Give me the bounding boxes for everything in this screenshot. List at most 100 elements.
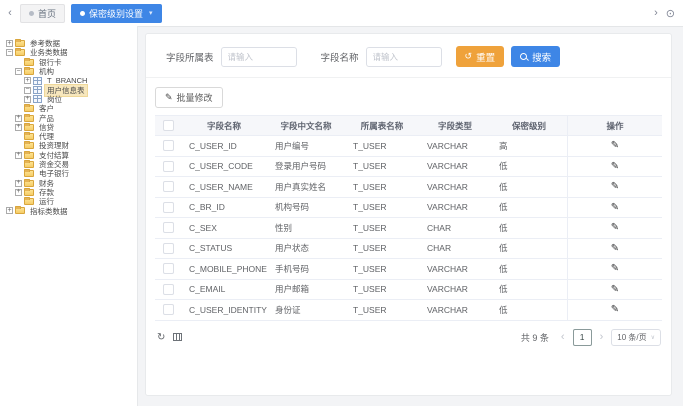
tree-node[interactable]: +财务 (0, 178, 137, 187)
field-table-input[interactable] (221, 47, 297, 67)
tree-expander-minus-icon[interactable]: − (15, 68, 22, 75)
row-checkbox[interactable] (163, 263, 174, 274)
edit-icon[interactable]: ✎ (611, 161, 619, 172)
tree-expander-spacer (15, 133, 22, 140)
tree-expander-minus-icon[interactable]: − (6, 49, 13, 56)
tree-expander-minus-icon[interactable]: − (24, 87, 31, 94)
table-row: C_STATUS用户状态T_USERCHAR低✎ (155, 238, 662, 259)
folder-icon (24, 133, 34, 140)
tree-node[interactable]: 客户 (0, 104, 137, 113)
folder-icon (15, 207, 25, 214)
tree-node[interactable]: 银行卡 (0, 58, 137, 67)
cell-secrecy-level: 低 (491, 300, 568, 321)
select-all-checkbox[interactable] (163, 120, 174, 131)
cell-field-cn-name: 身份证 (267, 300, 345, 321)
tab-label: 首页 (38, 7, 56, 20)
batch-edit-button[interactable]: ✎ 批量修改 (155, 87, 223, 108)
edit-icon[interactable]: ✎ (611, 304, 619, 315)
tab-caret-icon[interactable]: ▾ (149, 9, 153, 17)
tree-expander-plus-icon[interactable]: + (24, 77, 31, 84)
cell-field-type: VARCHAR (419, 300, 491, 321)
tree-expander-spacer (15, 105, 22, 112)
content-card: 字段所属表 字段名称 ↺ 重置 搜索 ✎ 批量修改 (145, 33, 672, 396)
cell-field-type: VARCHAR (419, 279, 491, 300)
column-settings-icon[interactable] (173, 333, 182, 341)
edit-icon[interactable]: ✎ (611, 243, 619, 254)
row-checkbox[interactable] (163, 181, 174, 192)
cell-field-name: C_EMAIL (181, 279, 267, 300)
tree-node[interactable]: −机构 (0, 67, 137, 76)
row-checkbox[interactable] (163, 284, 174, 295)
row-checkbox[interactable] (163, 161, 174, 172)
prev-page-icon[interactable]: ‹ (559, 331, 567, 343)
search-icon (520, 53, 527, 60)
tree-node[interactable]: 电子银行 (0, 169, 137, 178)
cell-table-name: T_USER (345, 238, 419, 259)
cell-field-name: C_USER_CODE (181, 156, 267, 177)
tree-node[interactable]: −业务类数据 (0, 48, 137, 57)
tab-bar: ‹ 首页 保密级别设置▾ › ⊙ (0, 0, 683, 27)
table-row: C_EMAIL用户邮箱T_USERVARCHAR低✎ (155, 279, 662, 300)
tree-expander-plus-icon[interactable]: + (15, 180, 22, 187)
folder-icon (24, 105, 34, 112)
cell-checkbox (155, 177, 181, 198)
fields-table: 字段名称字段中文名称所属表名称字段类型保密级别操作 C_USER_ID用户编号T… (155, 115, 662, 321)
tabs-scroll-right-icon[interactable]: › (654, 7, 658, 19)
cell-secrecy-level: 低 (491, 177, 568, 198)
tree-node[interactable]: +存款 (0, 188, 137, 197)
tree-node[interactable]: + 指标类数据 (0, 206, 137, 215)
cell-action: ✎ (568, 300, 663, 321)
refresh-icon[interactable]: ↻ (157, 332, 165, 343)
edit-icon[interactable]: ✎ (611, 263, 619, 274)
cell-field-type: VARCHAR (419, 156, 491, 177)
edit-icon[interactable]: ✎ (611, 284, 619, 295)
edit-icon[interactable]: ✎ (611, 222, 619, 233)
row-checkbox[interactable] (163, 202, 174, 213)
tab-dot-icon (29, 11, 34, 16)
tabs-scroll-left-icon[interactable]: ‹ (0, 7, 20, 19)
field-name-input[interactable] (366, 47, 442, 67)
search-button[interactable]: 搜索 (511, 46, 560, 67)
row-checkbox[interactable] (163, 222, 174, 233)
row-checkbox[interactable] (163, 243, 174, 254)
page-number[interactable]: 1 (573, 329, 592, 346)
cell-field-cn-name: 机构号码 (267, 197, 345, 218)
cell-secrecy-level: 低 (491, 197, 568, 218)
tree-expander-plus-icon[interactable]: + (15, 152, 22, 159)
row-checkbox[interactable] (163, 140, 174, 151)
tree-expander-plus-icon[interactable]: + (15, 124, 22, 131)
screen: ‹ 首页保密级别设置▾ › ⊙ +参考数据−业务类数据银行卡−机构+T_BRAN… (0, 0, 683, 406)
cell-field-name: C_USER_IDENTITY (181, 300, 267, 321)
tree-node[interactable]: +信贷 (0, 123, 137, 132)
tree-expander-plus-icon[interactable]: + (6, 40, 13, 47)
folder-icon (24, 68, 34, 75)
tree-expander-plus-icon[interactable]: + (15, 115, 22, 122)
tree-expander-plus-icon[interactable]: + (6, 207, 13, 214)
cell-checkbox (155, 156, 181, 177)
tree-node[interactable]: +岗位 (0, 95, 137, 104)
cell-checkbox (155, 238, 181, 259)
tab-secrecy-settings[interactable]: 保密级别设置▾ (71, 4, 162, 23)
cell-field-cn-name: 性别 (267, 218, 345, 239)
chevron-down-icon: ∨ (651, 334, 655, 341)
row-checkbox[interactable] (163, 304, 174, 315)
table-row: C_USER_CODE登录用户号码T_USERVARCHAR低✎ (155, 156, 662, 177)
page-size-select[interactable]: 10 条/页 ∨ (611, 329, 661, 346)
next-page-icon[interactable]: › (598, 331, 606, 343)
reset-button[interactable]: ↺ 重置 (456, 46, 505, 67)
tab-home[interactable]: 首页 (20, 4, 65, 23)
cell-field-cn-name: 用户邮箱 (267, 279, 345, 300)
tree-node-label[interactable]: 指标类数据 (28, 206, 70, 217)
folder-icon (24, 142, 34, 149)
column-header-3: 字段类型 (419, 116, 491, 136)
edit-icon[interactable]: ✎ (611, 181, 619, 192)
tree-node[interactable]: −用户信息表 (0, 85, 137, 94)
table-icon (33, 77, 42, 85)
tree-expander-plus-icon[interactable]: + (15, 189, 22, 196)
edit-icon[interactable]: ✎ (611, 202, 619, 213)
edit-icon[interactable]: ✎ (611, 140, 619, 151)
tree-expander-plus-icon[interactable]: + (24, 96, 31, 103)
tree-node[interactable]: +产品 (0, 113, 137, 122)
cell-table-name: T_USER (345, 259, 419, 280)
tabbar-menu-icon[interactable]: ⊙ (666, 7, 675, 20)
